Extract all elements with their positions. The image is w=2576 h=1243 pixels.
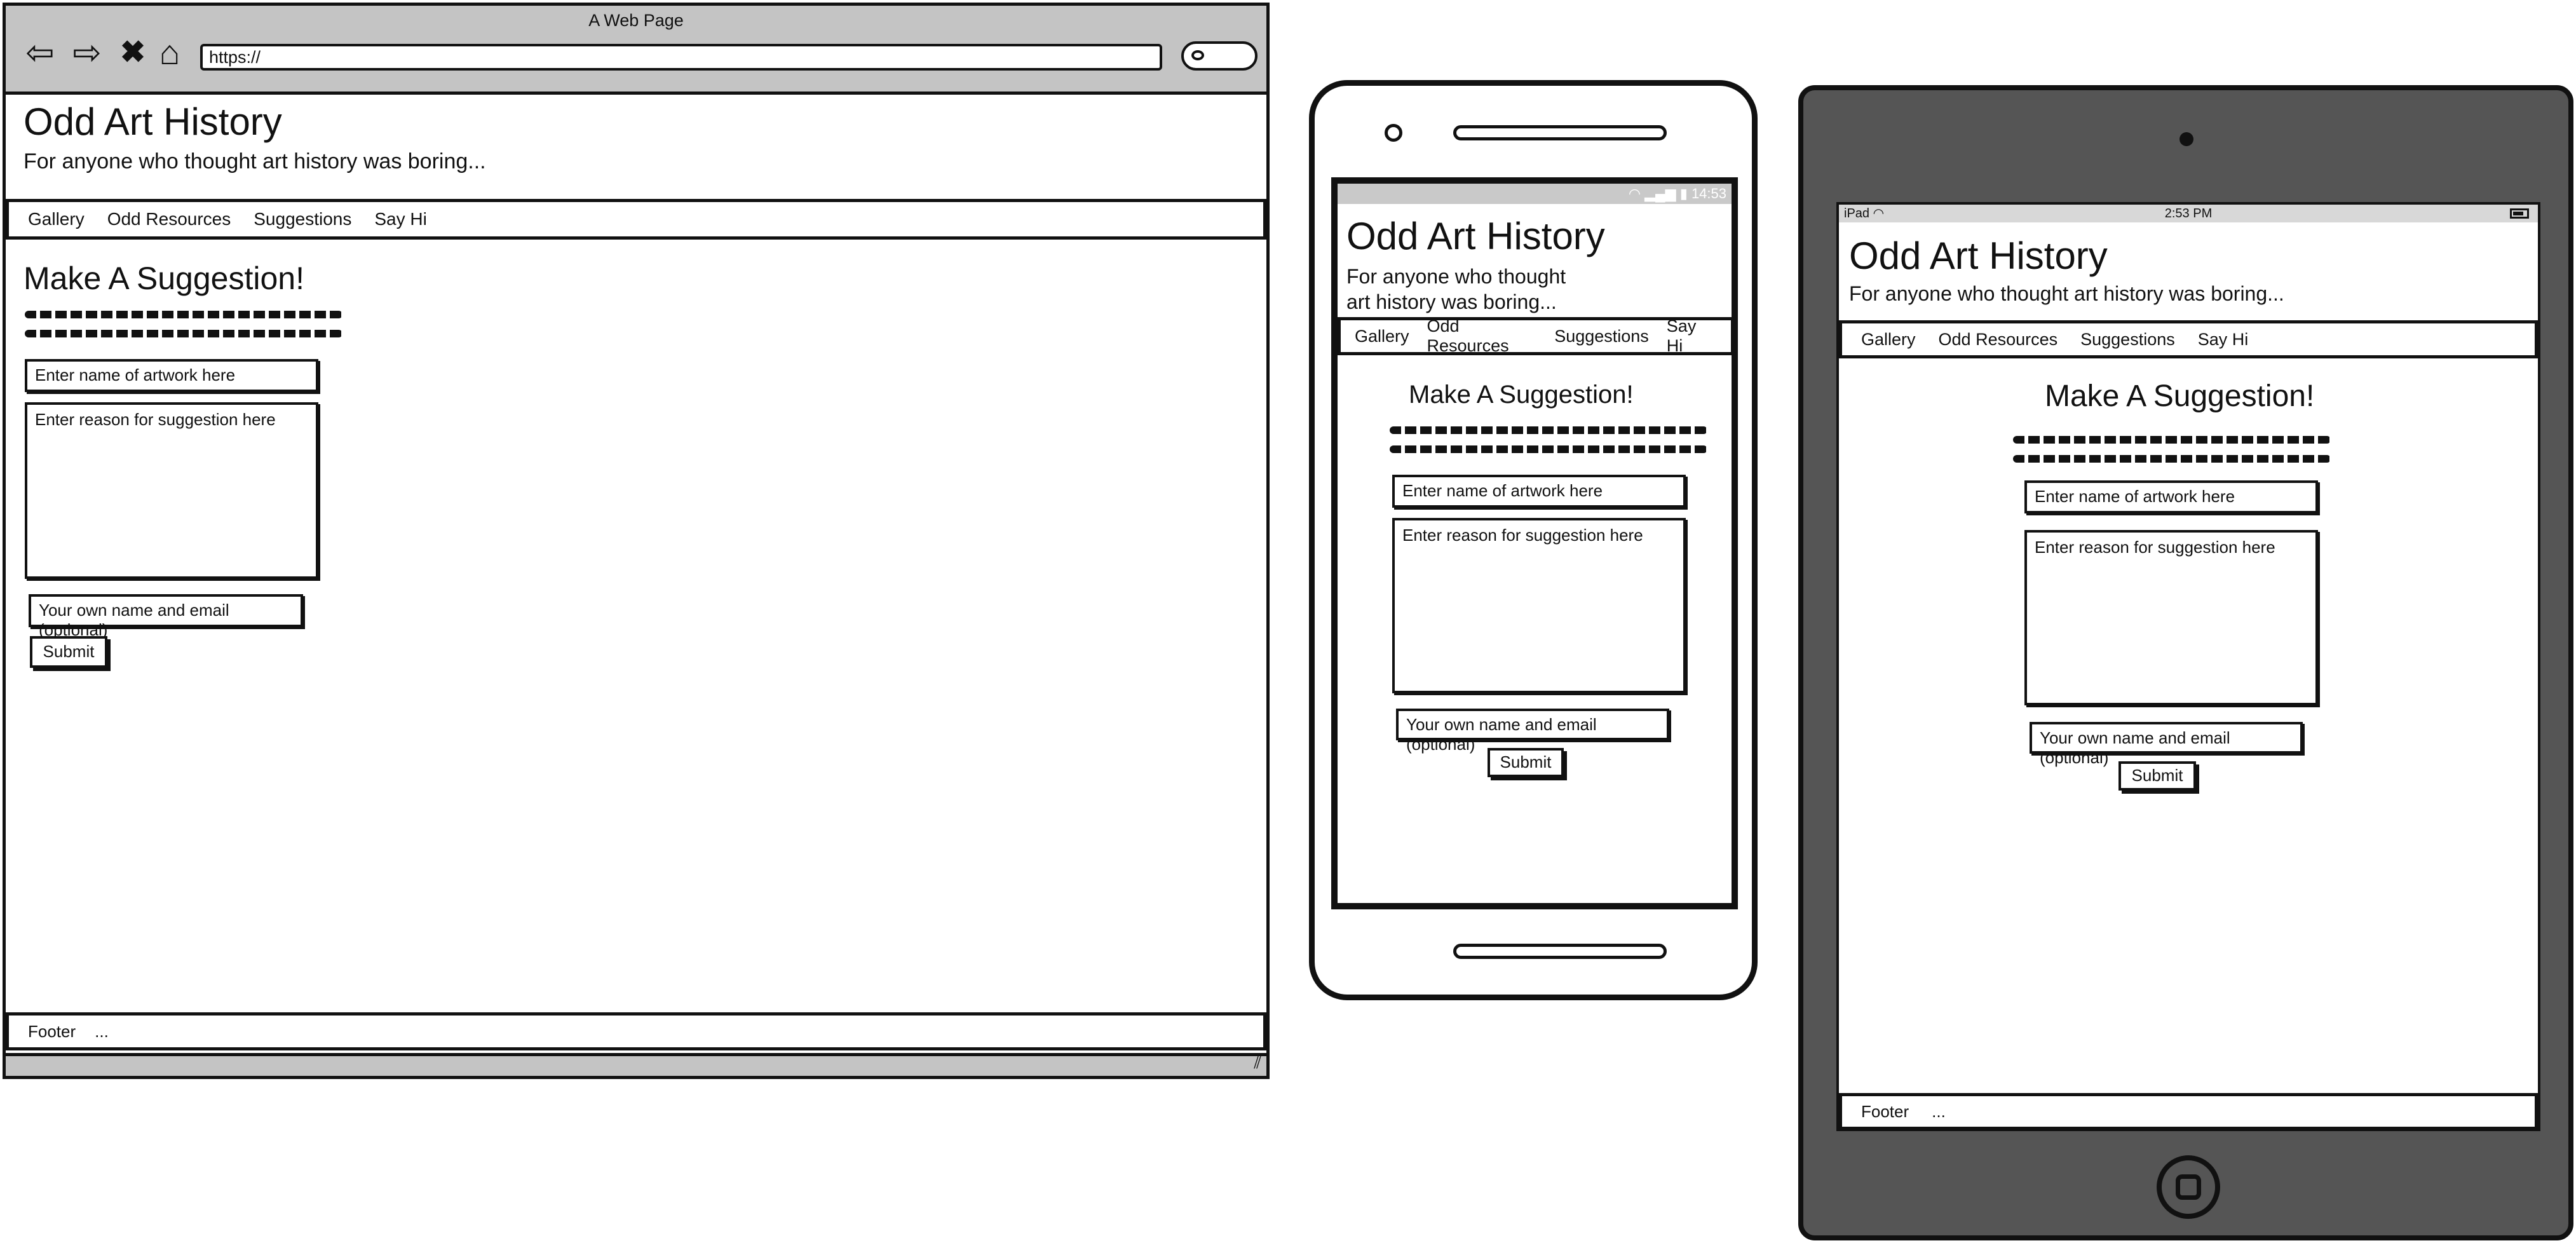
nav-suggestions[interactable]: Suggestions	[2080, 330, 2175, 350]
placeholder-text-line	[25, 330, 342, 337]
camera-icon	[2179, 132, 2193, 146]
stop-x-icon[interactable]: ✖	[112, 34, 153, 72]
main-navbar: Gallery Odd Resources Suggestions Say Hi	[1839, 320, 2538, 358]
form-heading: Make A Suggestion!	[24, 261, 304, 296]
site-title: Odd Art History	[1849, 234, 2108, 277]
nav-odd-resources[interactable]: Odd Resources	[1939, 330, 2058, 350]
battery-icon	[2510, 208, 2529, 219]
nav-suggestions[interactable]: Suggestions	[1554, 327, 1649, 346]
submit-button[interactable]: Submit	[30, 636, 107, 668]
home-square-icon	[2176, 1174, 2201, 1200]
search-button[interactable]	[1181, 41, 1257, 71]
nav-say-hi[interactable]: Say Hi	[1667, 316, 1713, 356]
site-subtitle-line: For anyone who thought	[1346, 265, 1566, 288]
reason-textarea[interactable]: Enter reason for suggestion here	[2024, 530, 2318, 705]
home-icon[interactable]: ⌂	[149, 34, 190, 72]
resize-grip-icon[interactable]: ⫽	[1254, 1053, 1261, 1073]
camera-icon	[1385, 124, 1402, 142]
placeholder-text-line	[1390, 426, 1707, 434]
artwork-name-input[interactable]: Enter name of artwork here	[1392, 475, 1686, 508]
window-title: A Web Page	[588, 11, 684, 30]
nav-suggestions[interactable]: Suggestions	[254, 209, 351, 229]
url-input[interactable]: https://	[200, 44, 1162, 71]
site-subtitle: For anyone who thought art history was b…	[1849, 282, 2284, 305]
search-icon	[1191, 50, 1204, 60]
footer-label: Footer	[1861, 1101, 1909, 1121]
reason-textarea[interactable]: Enter reason for suggestion here	[1392, 518, 1686, 693]
nav-gallery[interactable]: Gallery	[1355, 327, 1409, 346]
submit-button[interactable]: Submit	[2118, 761, 2196, 791]
placeholder-text-line	[1390, 445, 1707, 453]
name-email-input[interactable]: Your own name and email (optional)	[2030, 722, 2303, 767]
reason-textarea[interactable]: Enter reason for suggestion here	[25, 402, 318, 579]
phone-status-time: 14:53	[1691, 186, 1726, 201]
nav-say-hi[interactable]: Say Hi	[2198, 330, 2249, 350]
tablet-status-time: 2:53 PM	[2164, 207, 2213, 221]
home-button[interactable]	[2157, 1155, 2220, 1219]
phone-status-bar: ◠ ▂▄▆ ▮ 14:53	[1338, 184, 1732, 204]
browser-toolbar: A Web Page ⇦ ⇨ ✖ ⌂ https://	[6, 6, 1266, 95]
nav-odd-resources[interactable]: Odd Resources	[1427, 316, 1537, 356]
site-subtitle: For anyone who thought art history was b…	[1346, 264, 1594, 315]
footer: Footer ...	[1839, 1093, 2538, 1129]
phone-screen: ◠ ▂▄▆ ▮ 14:53 Odd Art History For anyone…	[1331, 177, 1738, 909]
main-navbar: Gallery Odd Resources Suggestions Say Hi	[6, 199, 1266, 240]
tablet-status-bar: iPad ◠ 2:53 PM	[1839, 205, 2538, 222]
tablet-screen: iPad ◠ 2:53 PM Odd Art History For anyon…	[1836, 202, 2540, 1131]
placeholder-text-line	[2013, 436, 2331, 444]
nav-odd-resources[interactable]: Odd Resources	[107, 209, 231, 229]
site-subtitle: For anyone who thought art history was b…	[24, 149, 486, 173]
footer: Footer ...	[6, 1012, 1266, 1050]
battery-icon: ▮	[1679, 186, 1688, 201]
site-subtitle-line: art history was boring...	[1346, 290, 1557, 313]
browser-status-bar: ⫽	[6, 1053, 1266, 1076]
forward-arrow-icon[interactable]: ⇨	[67, 34, 107, 72]
tablet-mockup: iPad ◠ 2:53 PM Odd Art History For anyon…	[1798, 85, 2573, 1240]
placeholder-text-line	[2013, 455, 2331, 463]
artwork-name-input[interactable]: Enter name of artwork here	[25, 359, 318, 392]
home-button[interactable]	[1453, 944, 1667, 959]
footer-ellipsis: ...	[95, 1021, 109, 1041]
placeholder-text-line	[25, 311, 342, 318]
footer-label: Footer	[28, 1021, 76, 1041]
back-arrow-icon[interactable]: ⇦	[20, 34, 60, 72]
nav-say-hi[interactable]: Say Hi	[374, 209, 426, 229]
nav-gallery[interactable]: Gallery	[28, 209, 85, 229]
site-title: Odd Art History	[1346, 215, 1605, 257]
signal-icon: ▂▄▆	[1644, 186, 1676, 201]
form-heading: Make A Suggestion!	[1409, 381, 1634, 409]
phone-mockup: ◠ ▂▄▆ ▮ 14:53 Odd Art History For anyone…	[1309, 80, 1758, 1000]
name-email-input[interactable]: Your own name and email (optional)	[1396, 709, 1669, 754]
desktop-browser-mockup: A Web Page ⇦ ⇨ ✖ ⌂ https:// Odd Art Hist…	[3, 3, 1270, 1079]
name-email-input[interactable]: Your own name and email (optional)	[29, 594, 303, 639]
footer-ellipsis: ...	[1932, 1101, 1946, 1121]
artwork-name-input[interactable]: Enter name of artwork here	[2024, 480, 2318, 513]
speaker-grille	[1453, 125, 1667, 140]
main-navbar: Gallery Odd Resources Suggestions Say Hi	[1338, 316, 1732, 356]
nav-gallery[interactable]: Gallery	[1861, 330, 1916, 350]
form-heading: Make A Suggestion!	[2045, 379, 2315, 413]
submit-button[interactable]: Submit	[1488, 748, 1564, 777]
wifi-icon: ◠	[1628, 186, 1641, 201]
site-title: Odd Art History	[24, 100, 282, 143]
